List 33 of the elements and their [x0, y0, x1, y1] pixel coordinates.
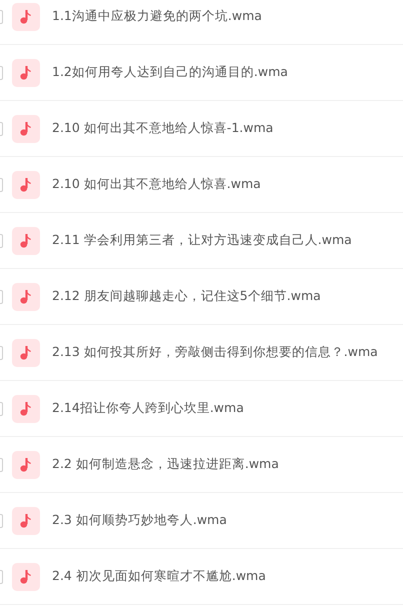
checkbox[interactable] [0, 570, 3, 584]
music-note-icon [12, 114, 40, 142]
music-note-icon [12, 58, 40, 86]
music-note-icon [12, 226, 40, 254]
music-note-icon [12, 2, 40, 30]
file-name[interactable]: 1.1沟通中应极力避免的两个坑.wma [52, 8, 262, 25]
checkbox[interactable] [0, 290, 3, 304]
file-name[interactable]: 2.3 如何顺势巧妙地夸人.wma [52, 512, 227, 529]
music-note-icon [12, 450, 40, 478]
file-name[interactable]: 1.2如何用夸人达到自己的沟通目的.wma [52, 64, 288, 81]
checkbox[interactable] [0, 402, 3, 416]
music-note-icon [12, 394, 40, 422]
checkbox[interactable] [0, 122, 3, 136]
file-name[interactable]: 2.2 如何制造悬念，迅速拉进距离.wma [52, 456, 279, 473]
file-name[interactable]: 2.14招让你夸人跨到心坎里.wma [52, 400, 244, 417]
music-note-icon [12, 506, 40, 534]
checkbox[interactable] [0, 514, 3, 528]
checkbox[interactable] [0, 458, 3, 472]
file-name[interactable]: 2.4 初次见面如何寒暄才不尴尬.wma [52, 568, 266, 585]
checkbox[interactable] [0, 178, 3, 192]
file-name[interactable]: 2.12 朋友间越聊越走心，记住这5个细节.wma [52, 288, 321, 305]
checkbox[interactable] [0, 346, 3, 360]
music-note-icon [12, 282, 40, 310]
checkbox[interactable] [0, 234, 3, 248]
music-note-icon [12, 170, 40, 198]
checkbox[interactable] [0, 66, 3, 80]
file-name[interactable]: 2.10 如何出其不意地给人惊喜-1.wma [52, 120, 274, 137]
music-note-icon [12, 338, 40, 366]
checkbox[interactable] [0, 10, 3, 24]
file-name[interactable]: 2.10 如何出其不意地给人惊喜.wma [52, 176, 261, 193]
file-name[interactable]: 2.13 如何投其所好，旁敲侧击得到你想要的信息？.wma [52, 344, 378, 361]
file-name[interactable]: 2.11 学会利用第三者，让对方迅速变成自己人.wma [52, 232, 352, 249]
music-note-icon [12, 562, 40, 590]
